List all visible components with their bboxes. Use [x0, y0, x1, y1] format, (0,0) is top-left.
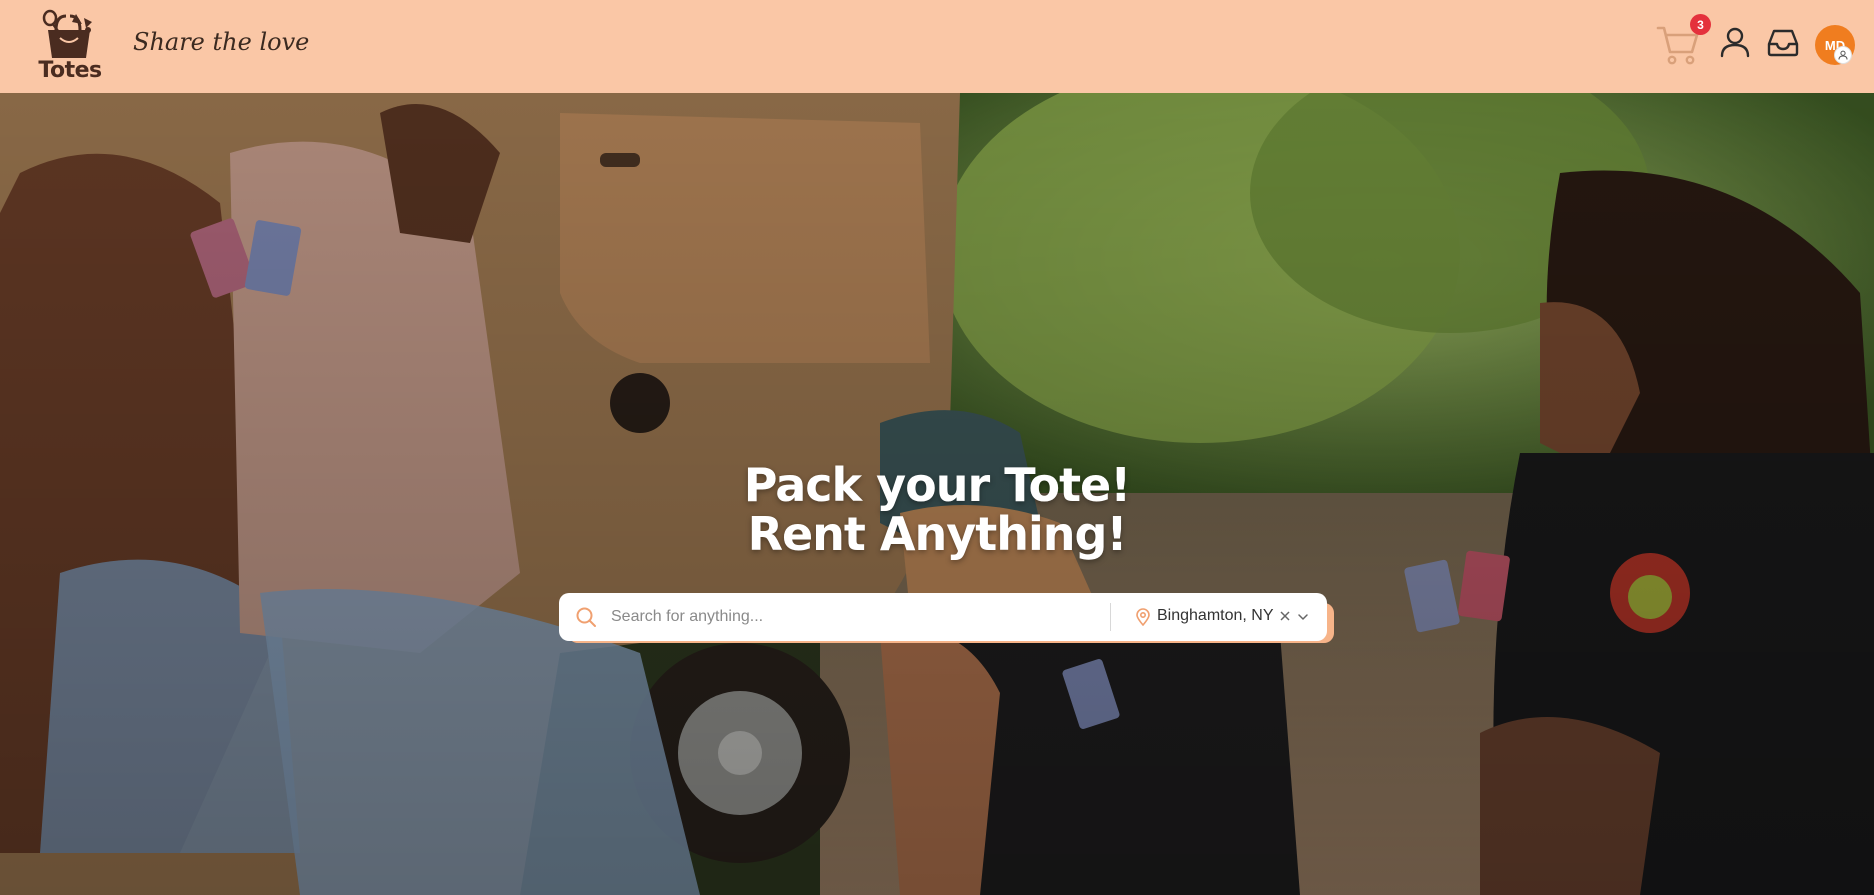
hero-title-line-2: Rent Anything! — [747, 507, 1128, 561]
brand-tagline: Share the love — [133, 28, 310, 56]
clear-location-icon[interactable] — [1278, 607, 1292, 625]
hero-section: Pack your Tote! Rent Anything! Binghamto… — [0, 93, 1874, 895]
search-input[interactable] — [611, 601, 1101, 633]
inbox-button[interactable] — [1766, 26, 1800, 58]
location-pin-icon — [1135, 608, 1151, 627]
profile-button[interactable] — [1719, 26, 1751, 58]
avatar-user-badge — [1834, 46, 1852, 64]
hero-title: Pack your Tote! Rent Anything! — [0, 461, 1874, 559]
search-divider — [1110, 603, 1111, 631]
user-icon — [1720, 27, 1750, 58]
inbox-icon — [1767, 29, 1799, 57]
brand-name: Totes — [38, 58, 102, 83]
cart-count-badge: 3 — [1690, 14, 1711, 35]
search-bar: Binghamton, NY — [559, 593, 1327, 641]
totes-logo[interactable]: Totes — [36, 8, 104, 84]
top-navigation-bar: Totes Share the love 3 MD — [0, 0, 1874, 93]
chevron-down-icon[interactable] — [1295, 609, 1311, 625]
location-selector-value[interactable]: Binghamton, NY — [1157, 607, 1274, 625]
search-icon — [575, 606, 597, 628]
tote-bag-logo-icon — [42, 9, 92, 58]
hero-title-line-1: Pack your Tote! — [743, 458, 1131, 512]
avatar-user-icon — [1838, 50, 1848, 60]
